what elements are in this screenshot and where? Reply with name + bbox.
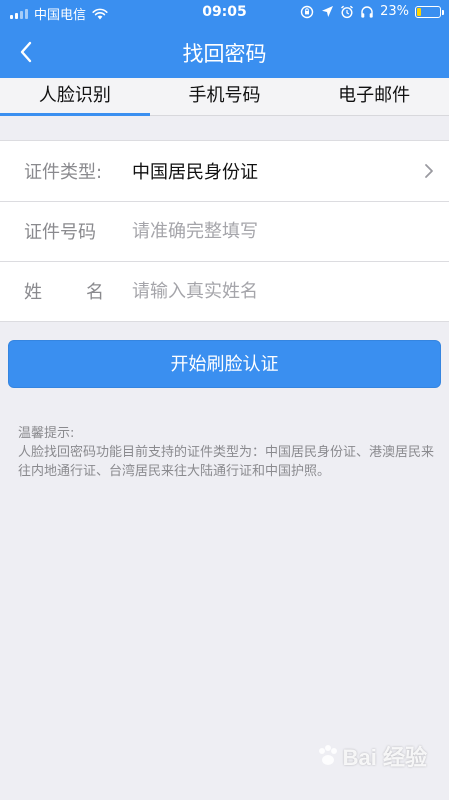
headphones-icon	[360, 5, 374, 19]
rotation-lock-icon	[300, 5, 314, 19]
name-input[interactable]	[132, 280, 392, 302]
id-type-label: 证件类型:	[24, 162, 103, 183]
tab-email[interactable]: 电子邮件	[299, 78, 449, 115]
tips-body: 人脸找回密码功能目前支持的证件类型为：中国居民身份证、港澳居民来往内地通行证、台…	[18, 445, 435, 479]
name-label: 姓 名	[24, 278, 104, 304]
battery-percent: 23%	[380, 4, 409, 19]
status-bar: 中国电信 09:05 23%	[0, 0, 449, 26]
name-label-char-1: 姓	[24, 282, 42, 303]
tips-title: 温馨提示:	[18, 426, 75, 441]
status-right: 23%	[300, 4, 444, 19]
tab-phone-number[interactable]: 手机号码	[150, 78, 300, 115]
watermark-text: Bai 经验	[342, 745, 427, 770]
id-type-value: 中国居民身份证	[132, 162, 258, 183]
start-face-auth-button[interactable]: 开始刷脸认证	[8, 340, 441, 388]
battery-icon	[415, 5, 444, 18]
page-title: 找回密码	[182, 42, 267, 66]
identity-form: 证件类型: 中国居民身份证 证件号码 姓 名	[0, 140, 449, 322]
id-number-row: 证件号码	[0, 201, 449, 261]
paw-logo-icon	[318, 745, 337, 765]
id-type-row[interactable]: 证件类型: 中国居民身份证	[0, 141, 449, 201]
id-number-input[interactable]	[132, 220, 392, 242]
name-label-char-2: 名	[86, 282, 104, 303]
header: 中国电信 09:05 23% 找回密码	[0, 0, 449, 78]
location-icon	[320, 5, 334, 19]
chevron-right-icon	[425, 164, 433, 178]
tab-face-recognition[interactable]: 人脸识别	[0, 78, 150, 116]
tips: 温馨提示: 人脸找回密码功能目前支持的证件类型为：中国居民身份证、港澳居民来往内…	[18, 424, 436, 481]
alarm-icon	[340, 5, 354, 19]
tab-bar: 人脸识别 手机号码 电子邮件	[0, 78, 449, 116]
watermark: Bai 经验	[315, 740, 427, 772]
name-row: 姓 名	[0, 261, 449, 321]
id-number-label: 证件号码	[24, 222, 96, 243]
battery-fill	[417, 7, 421, 16]
nav-bar: 找回密码	[0, 26, 449, 78]
